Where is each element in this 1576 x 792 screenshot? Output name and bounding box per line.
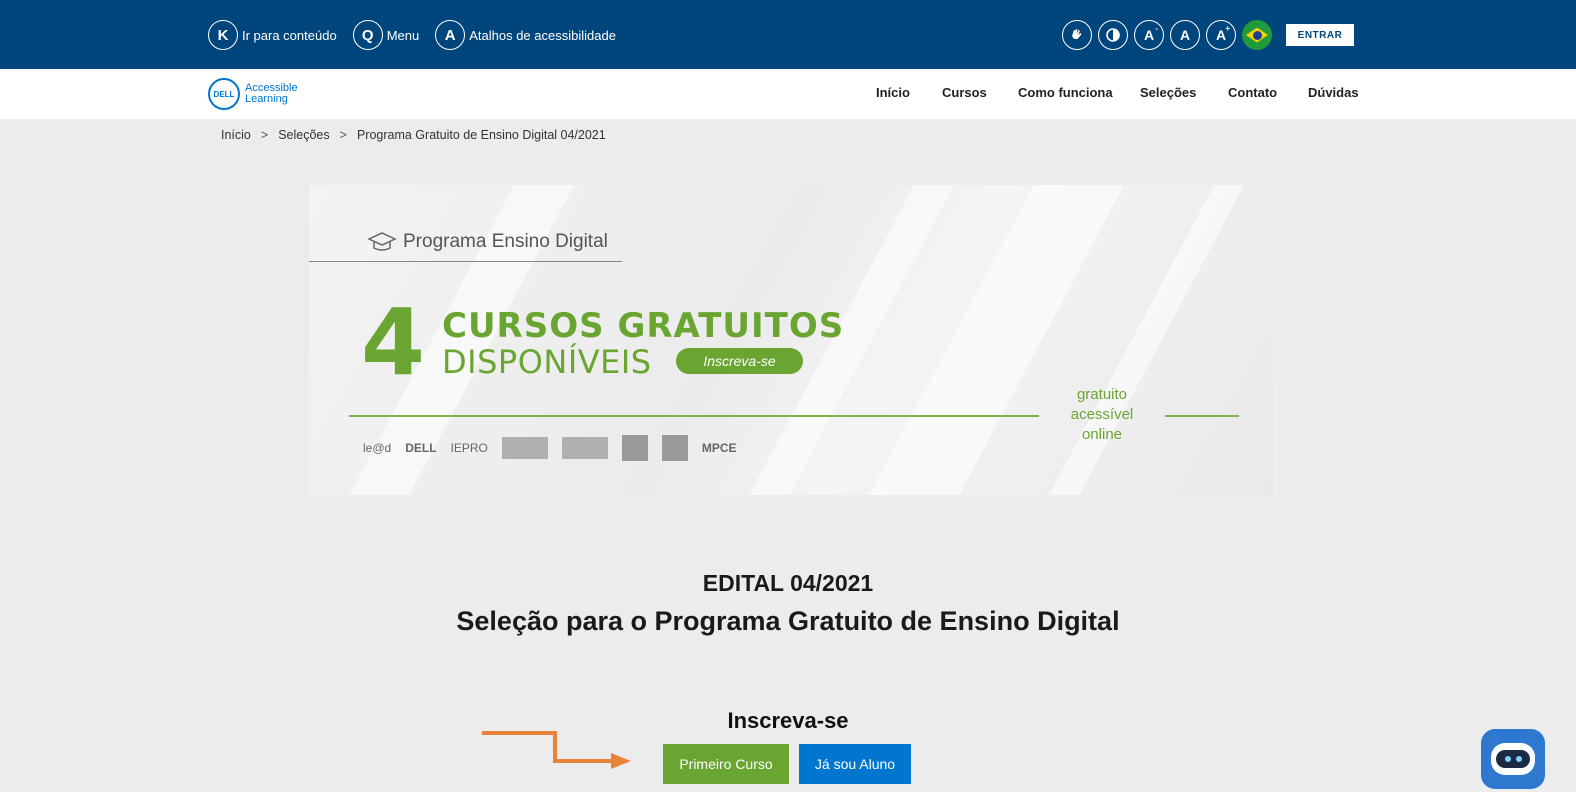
partner-logo (501, 437, 548, 459)
signup-title: Inscreva-se (727, 708, 849, 733)
nav-inicio[interactable]: Início (876, 85, 910, 100)
accessibility-shortcuts: K Ir para conteúdo Q Menu A Atalhos de a… (208, 20, 632, 50)
edital-title: EDITAL 04/2021 (702, 570, 874, 596)
chevron-right-icon: > (339, 128, 347, 142)
banner-program-title: Programa Ensino Digital (367, 231, 608, 253)
banner-title-underline (309, 261, 622, 262)
font-reset-icon: A (1179, 27, 1191, 43)
partner-mpce-logo: MPCE (701, 441, 737, 455)
banner-program-title-text: Programa Ensino Digital (403, 231, 608, 252)
site-header: DELL Accessible Learning Início Cursos C… (0, 69, 1576, 119)
breadcrumb: Início > Seleções > Programa Gratuito de… (221, 128, 606, 142)
login-button[interactable]: ENTRAR (1286, 24, 1354, 46)
menu-label: Menu (386, 27, 420, 43)
sign-language-icon (1072, 29, 1082, 39)
chatbot-button[interactable] (1481, 729, 1545, 789)
partner-logo (661, 435, 688, 461)
dell-accessible-learning-logo[interactable]: DELL Accessible Learning (208, 78, 298, 110)
chatbot-icon (1491, 743, 1535, 775)
menu-link[interactable]: Q Menu (352, 20, 420, 50)
accessibility-tools: A - A A + ENTRAR (1062, 20, 1354, 50)
sign-language-button[interactable] (1062, 20, 1092, 50)
banner-tagline: gratuito acessível online (1049, 385, 1155, 445)
program-banner: Programa Ensino Digital 4 CURSOS GRATUIT… (309, 185, 1273, 495)
breadcrumb-selecoes[interactable]: Seleções (278, 128, 329, 142)
banner-big-number: 4 (361, 289, 426, 396)
banner-headline: CURSOS GRATUITOS (442, 306, 845, 346)
dell-logo-icon: DELL (208, 78, 240, 110)
breadcrumb-current: Programa Gratuito de Ensino Digital 04/2… (356, 128, 606, 142)
nav-cursos[interactable]: Cursos (942, 85, 987, 100)
logo-line-2: Learning (245, 93, 288, 105)
tagline-gratuito: gratuito (1076, 386, 1128, 403)
first-course-button[interactable]: Primeiro Curso (663, 744, 789, 784)
skip-to-content-label: Ir para conteúdo (242, 27, 337, 43)
nav-selecoes[interactable]: Seleções (1140, 85, 1196, 100)
key-q-badge: Q (352, 20, 383, 50)
font-decrease-icon: A (1143, 27, 1155, 43)
accessibility-bar: K Ir para conteúdo Q Menu A Atalhos de a… (0, 0, 1576, 69)
tagline-acessivel: acessível (1070, 406, 1134, 423)
partner-logos: le@d DELL IEPRO MPCE (363, 435, 751, 461)
accessibility-shortcuts-label: Atalhos de acessibilidade (469, 27, 616, 43)
brazil-flag-icon[interactable] (1242, 20, 1272, 50)
banner-signup-pill: Inscreva-se (676, 348, 803, 374)
partner-dell-logo: DELL (405, 441, 437, 455)
font-increase-button[interactable]: A + (1206, 20, 1236, 50)
partner-lead-logo: le@d (363, 441, 392, 455)
partner-logo (621, 435, 648, 461)
partner-logo (561, 437, 608, 459)
font-decrease-mark: - (1155, 24, 1158, 33)
accessibility-shortcuts-link[interactable]: A Atalhos de acessibilidade (435, 20, 616, 50)
arrow-right-icon (611, 753, 631, 769)
banner-divider-right (1165, 415, 1239, 417)
partner-iepro-logo: IEPRO (450, 441, 488, 455)
tagline-online: online (1081, 426, 1123, 443)
skip-to-content-link[interactable]: K Ir para conteúdo (208, 20, 337, 50)
contrast-button[interactable] (1098, 20, 1128, 50)
banner-divider-left (349, 415, 1039, 417)
nav-contato[interactable]: Contato (1228, 85, 1277, 100)
key-a-badge: A (435, 20, 466, 50)
key-k-badge: K (208, 20, 238, 50)
graduation-cap-icon (367, 232, 397, 251)
already-student-button[interactable]: Já sou Aluno (799, 744, 911, 784)
edital-subtitle: Seleção para o Programa Gratuito de Ensi… (456, 606, 1120, 636)
font-decrease-button[interactable]: A - (1134, 20, 1164, 50)
contrast-icon (1106, 28, 1120, 42)
breadcrumb-home[interactable]: Início (221, 128, 251, 142)
nav-como-funciona[interactable]: Como funciona (1018, 85, 1113, 100)
chevron-right-icon: > (260, 128, 269, 142)
font-increase-mark: + (1225, 24, 1230, 33)
banner-subheadline: DISPONÍVEIS (442, 343, 652, 381)
nav-duvidas[interactable]: Dúvidas (1308, 85, 1359, 100)
font-reset-button[interactable]: A (1170, 20, 1200, 50)
